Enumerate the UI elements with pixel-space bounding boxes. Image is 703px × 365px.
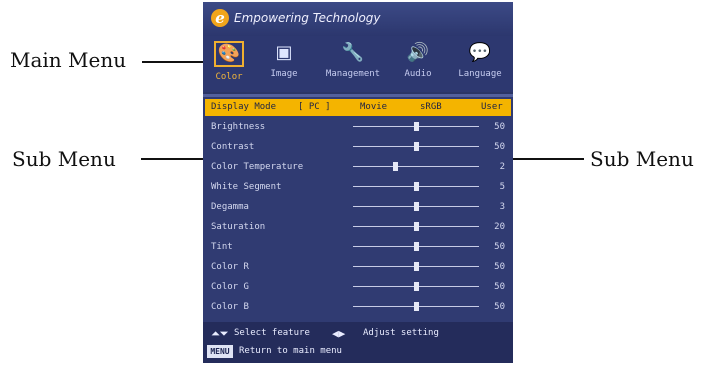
mode-option-user[interactable]: User (481, 99, 503, 116)
setting-slider-track[interactable] (353, 166, 479, 167)
projector-osd: e Empowering Technology 🎨 Color ▣ Image … (203, 2, 513, 363)
sub-menu-left-leader (141, 158, 206, 160)
sub-menu-panel: Display Mode [ PC ] Movie sRGB User Brig… (203, 94, 513, 325)
osd-footer: ⏶⏷ Select feature ◀▶ Adjust setting MENU… (203, 322, 513, 363)
setting-name: Color G (211, 282, 249, 292)
setting-name: Brightness (211, 122, 266, 132)
setting-row[interactable]: Saturation 20 (205, 218, 511, 236)
setting-slider-knob[interactable] (414, 122, 419, 131)
setting-row[interactable]: Degamma 3 (205, 198, 511, 216)
setting-slider-knob[interactable] (414, 282, 419, 291)
menu-key-icon: MENU (207, 345, 233, 358)
setting-slider-knob[interactable] (414, 242, 419, 251)
setting-slider-knob[interactable] (414, 222, 419, 231)
setting-row[interactable]: Color Temperature 2 (205, 158, 511, 176)
display-mode-input: [ PC ] (298, 102, 331, 112)
tab-image[interactable]: ▣ Image (255, 36, 313, 92)
main-menu-tabs: 🎨 Color ▣ Image 🔧 Management 🔊 Audio 💬 L… (203, 36, 513, 92)
setting-slider-knob[interactable] (414, 182, 419, 191)
setting-value: 50 (494, 262, 505, 272)
main-menu-callout: Main Menu (10, 48, 127, 72)
left-right-arrows-icon: ◀▶ (332, 327, 346, 340)
main-menu-leader (142, 61, 204, 63)
setting-row[interactable]: Color B 50 (205, 298, 511, 316)
brand-logo: e (211, 9, 229, 27)
setting-name: Contrast (211, 142, 255, 152)
up-down-arrows-icon: ⏶⏷ (211, 327, 229, 340)
sub-menu-right-callout: Sub Menu (590, 147, 694, 171)
setting-row[interactable]: Color R 50 (205, 258, 511, 276)
setting-slider-knob[interactable] (414, 262, 419, 271)
tab-language-label: Language (458, 69, 502, 79)
osd-header: e Empowering Technology (203, 2, 513, 36)
setting-value: 5 (499, 182, 505, 192)
sub-menu-right-leader (509, 158, 584, 160)
setting-name: Degamma (211, 202, 249, 212)
display-mode-label: Display Mode (211, 102, 277, 112)
speaker-icon: 🔊 (406, 42, 430, 63)
setting-name: Tint (211, 242, 233, 252)
setting-slider-knob[interactable] (414, 142, 419, 151)
wrench-icon: 🔧 (341, 42, 365, 63)
setting-value: 50 (494, 282, 505, 292)
setting-name: Saturation (211, 222, 266, 232)
brand-text: Empowering Technology (234, 11, 381, 25)
color-palette-icon: 🎨 (214, 41, 244, 67)
setting-row[interactable]: Brightness 50 (205, 118, 511, 136)
mode-option-srgb[interactable]: sRGB (420, 99, 442, 116)
setting-slider-knob[interactable] (414, 202, 419, 211)
tab-image-label: Image (270, 69, 298, 79)
setting-name: White Segment (211, 182, 282, 192)
sub-menu-left-callout: Sub Menu (12, 147, 116, 171)
tab-color-label: Color (215, 72, 243, 82)
setting-value: 50 (494, 142, 505, 152)
setting-row[interactable]: White Segment 5 (205, 178, 511, 196)
tab-audio-label: Audio (404, 69, 432, 79)
tab-management-label: Management (325, 69, 381, 79)
setting-name: Color Temperature (211, 162, 304, 172)
tab-audio[interactable]: 🔊 Audio (393, 36, 443, 92)
setting-slider-knob[interactable] (414, 302, 419, 311)
setting-value: 20 (494, 222, 505, 232)
setting-value: 3 (499, 202, 505, 212)
setting-row[interactable]: Color G 50 (205, 278, 511, 296)
tab-management[interactable]: 🔧 Management (313, 36, 393, 92)
setting-slider-knob[interactable] (393, 162, 398, 171)
setting-name: Color B (211, 302, 249, 312)
return-main-menu-hint: Return to main menu (239, 346, 342, 356)
tab-language[interactable]: 💬 Language (447, 36, 513, 92)
adjust-setting-hint: Adjust setting (363, 328, 439, 338)
setting-value: 2 (499, 162, 505, 172)
display-mode-row[interactable]: Display Mode [ PC ] Movie sRGB User (205, 99, 511, 116)
setting-value: 50 (494, 242, 505, 252)
tab-color[interactable]: 🎨 Color (207, 36, 251, 92)
select-feature-hint: Select feature (234, 328, 310, 338)
mode-option-movie[interactable]: Movie (360, 99, 387, 116)
language-icon: 💬 (468, 42, 492, 63)
image-icon: ▣ (275, 42, 293, 63)
setting-row[interactable]: Tint 50 (205, 238, 511, 256)
setting-value: 50 (494, 122, 505, 132)
setting-name: Color R (211, 262, 249, 272)
setting-value: 50 (494, 302, 505, 312)
setting-row[interactable]: Contrast 50 (205, 138, 511, 156)
